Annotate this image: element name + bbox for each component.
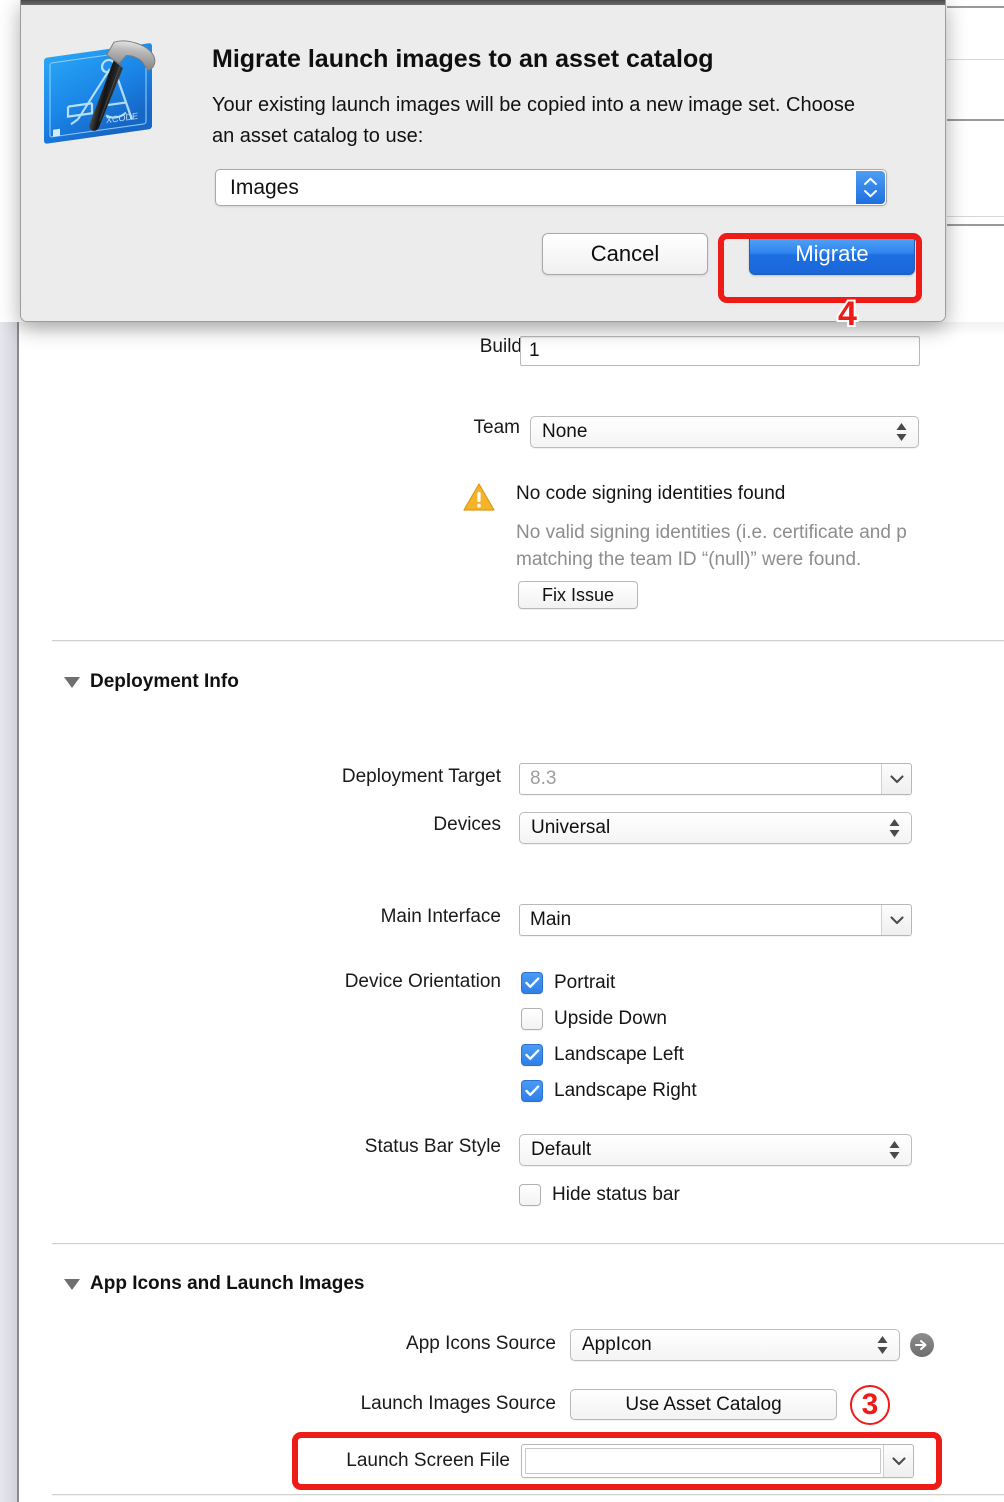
deployment-target-combobox[interactable]: 8.3	[519, 763, 912, 795]
team-popup-button[interactable]: None	[530, 416, 919, 448]
status-bar-style-value: Default	[531, 1139, 592, 1160]
annotation-badge-4: 4	[836, 295, 859, 333]
background-window-divider-3	[947, 216, 1004, 217]
divider-bottom	[52, 1494, 1004, 1495]
deployment-target-label: Deployment Target	[341, 766, 501, 787]
asset-catalog-value: Images	[230, 175, 299, 199]
main-interface-row: Main Interface	[298, 906, 501, 928]
divider-app-icons	[52, 1243, 1004, 1244]
signing-warning-detail-line2: matching the team ID “(null)” were found…	[516, 549, 862, 570]
status-bar-style-popup-button[interactable]: Default	[519, 1134, 912, 1166]
cancel-label: Cancel	[590, 241, 660, 266]
background-window-divider-2	[947, 119, 1004, 121]
deployment-target-value: 8.3	[530, 768, 557, 789]
double-chevron-icon	[888, 1139, 901, 1161]
orientation-portrait-label: Portrait	[554, 972, 616, 993]
build-row: Build	[447, 336, 522, 358]
launch-screen-file-row: Launch Screen File	[298, 1450, 510, 1472]
sheet-title: Migrate launch images to an asset catalo…	[212, 45, 714, 73]
orientation-landscape-right[interactable]: Landscape Right	[521, 1080, 697, 1102]
sheet-body-line1: Your existing launch images will be copi…	[212, 94, 743, 116]
sheet-body: XCODE Migrate launch images to an asset …	[21, 5, 945, 321]
deployment-info-title: Deployment Info	[90, 671, 239, 692]
app-icons-source-label: App Icons Source	[406, 1333, 556, 1354]
section-deployment-info[interactable]: Deployment Info	[64, 671, 239, 693]
orientation-landscape-right-label: Landscape Right	[554, 1080, 697, 1101]
status-bar-style-label: Status Bar Style	[364, 1136, 501, 1157]
double-chevron-icon	[895, 421, 908, 443]
orientation-upside-down-label: Upside Down	[554, 1008, 667, 1029]
devices-row: Devices	[298, 814, 501, 836]
xcode-app-icon: XCODE	[38, 30, 183, 155]
signing-warning-detail-line1: No valid signing identities (i.e. certif…	[516, 522, 907, 543]
app-icons-source-value: AppIcon	[582, 1334, 652, 1355]
status-bar-style-row: Status Bar Style	[298, 1136, 501, 1158]
orientation-landscape-left[interactable]: Landscape Left	[521, 1044, 684, 1066]
sheet-body-text: Your existing launch images will be copi…	[212, 90, 872, 152]
main-interface-label: Main Interface	[380, 906, 501, 927]
signing-warning-title: No code signing identities found	[516, 483, 786, 504]
use-asset-catalog-label: Use Asset Catalog	[625, 1393, 782, 1415]
background-window-divider-4	[947, 224, 1004, 226]
checkbox-portrait[interactable]	[521, 972, 543, 994]
app-icons-section-title: App Icons and Launch Images	[90, 1273, 365, 1294]
launch-screen-file-inner-field[interactable]	[525, 1448, 881, 1474]
launch-screen-file-label: Launch Screen File	[346, 1450, 510, 1471]
background-window-divider-1	[947, 59, 1004, 60]
hide-status-bar-row[interactable]: Hide status bar	[519, 1184, 680, 1206]
double-chevron-icon	[888, 817, 901, 839]
fix-issue-button[interactable]: Fix Issue	[518, 581, 638, 609]
devices-label: Devices	[433, 814, 501, 835]
chevron-down-icon[interactable]	[881, 905, 911, 935]
chevron-down-icon[interactable]	[883, 1445, 913, 1477]
deployment-target-row: Deployment Target	[298, 766, 501, 788]
main-interface-value: Main	[530, 909, 572, 930]
use-asset-catalog-button[interactable]: Use Asset Catalog	[570, 1389, 837, 1420]
navigator-rail	[0, 322, 17, 1502]
checkbox-hide-status-bar[interactable]	[519, 1184, 541, 1206]
checkbox-landscape-left[interactable]	[521, 1044, 543, 1066]
team-label: Team	[473, 417, 520, 438]
warning-triangle-icon	[463, 483, 495, 517]
triangle-down-icon[interactable]	[64, 676, 80, 688]
screen-root: Build 1 Team None No code signing identi…	[0, 0, 1004, 1502]
launch-screen-file-combobox[interactable]	[521, 1444, 914, 1478]
background-window-right-strip	[947, 6, 1004, 322]
build-value: 1	[529, 340, 540, 361]
build-label: Build	[479, 336, 522, 357]
stepper-up-down-icon[interactable]	[856, 171, 885, 204]
hide-status-bar-label: Hide status bar	[552, 1184, 680, 1205]
main-interface-combobox[interactable]: Main	[519, 904, 912, 936]
annotation-badge-3: 3	[850, 1385, 890, 1425]
team-value: None	[542, 421, 588, 442]
devices-value: Universal	[531, 817, 611, 838]
divider-deployment	[52, 640, 1004, 641]
checkbox-upside-down[interactable]	[521, 1008, 543, 1030]
launch-images-source-label: Launch Images Source	[360, 1393, 556, 1414]
app-icons-source-popup-button[interactable]: AppIcon	[570, 1329, 900, 1361]
device-orientation-label: Device Orientation	[344, 971, 501, 992]
device-orientation-row: Device Orientation	[298, 971, 501, 993]
background-window-topline	[947, 6, 1004, 8]
orientation-landscape-left-label: Landscape Left	[554, 1044, 684, 1065]
launch-images-source-row: Launch Images Source	[316, 1393, 556, 1415]
section-app-icons-launch-images[interactable]: App Icons and Launch Images	[64, 1273, 365, 1295]
team-row: Team	[400, 417, 520, 439]
migrate-button[interactable]: Migrate	[749, 233, 915, 275]
app-icons-source-row: App Icons Source	[366, 1333, 556, 1355]
asset-catalog-popup-button[interactable]: Images	[215, 169, 887, 206]
devices-popup-button[interactable]: Universal	[519, 812, 912, 844]
triangle-down-icon[interactable]	[64, 1278, 80, 1290]
checkbox-landscape-right[interactable]	[521, 1080, 543, 1102]
orientation-upside-down[interactable]: Upside Down	[521, 1008, 667, 1030]
migrate-launch-images-sheet: XCODE Migrate launch images to an asset …	[20, 0, 946, 322]
fix-issue-label: Fix Issue	[541, 584, 615, 605]
build-input[interactable]: 1	[520, 336, 920, 366]
cancel-button[interactable]: Cancel	[542, 233, 708, 275]
migrate-label: Migrate	[795, 241, 869, 266]
double-chevron-icon	[876, 1334, 889, 1356]
chevron-down-icon[interactable]	[881, 764, 911, 794]
circle-arrow-right-icon[interactable]	[910, 1333, 934, 1357]
orientation-portrait[interactable]: Portrait	[521, 972, 615, 994]
